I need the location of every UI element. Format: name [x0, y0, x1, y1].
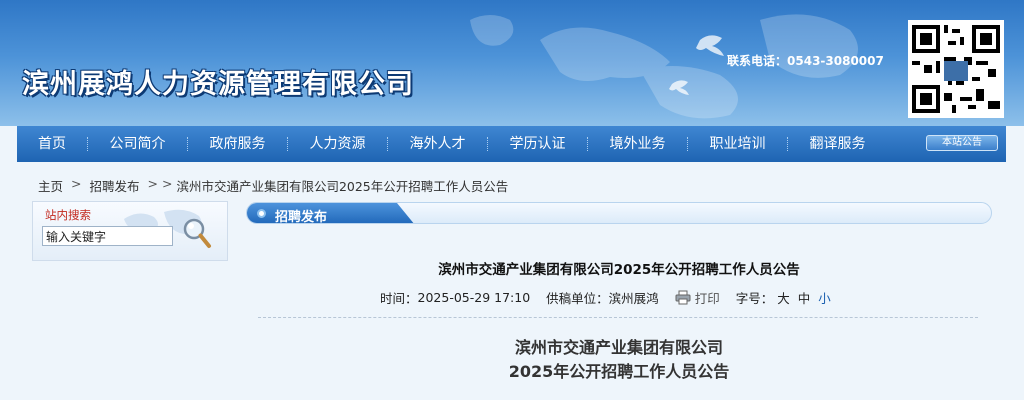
header-banner: 滨州展鸿人力资源管理有限公司 联系电话：0543-3080007 [0, 0, 1024, 126]
source-label: 供稿单位： [546, 291, 609, 306]
divider [258, 317, 978, 318]
article-heading: 滨州市交通产业集团有限公司 2025年公开招聘工作人员公告 [246, 336, 992, 384]
section-title: 招聘发布 [275, 210, 328, 224]
nav-item-translation[interactable]: 翻译服务 [788, 126, 887, 162]
font-size-medium[interactable]: 中 [798, 288, 811, 307]
breadcrumb-separator: > [71, 176, 82, 191]
font-size-large[interactable]: 大 [777, 288, 790, 307]
article-heading-line2: 2025年公开招聘工作人员公告 [508, 362, 730, 381]
publish-time: 2025-05-29 17:10 [417, 290, 531, 305]
search-icon[interactable] [181, 216, 213, 252]
breadcrumb: 主页 > 招聘发布 > > 滨州市交通产业集团有限公司2025年公开招聘工作人员… [38, 176, 508, 195]
contact-info: 联系电话：0543-3080007 [727, 52, 884, 69]
breadcrumb-section[interactable]: 招聘发布 [90, 176, 140, 195]
bullet-icon [257, 209, 266, 218]
breadcrumb-separator: > > [147, 176, 173, 191]
nav-item-hr[interactable]: 人力资源 [288, 126, 387, 162]
breadcrumb-home[interactable]: 主页 [38, 176, 63, 195]
search-title: 站内搜索 [45, 208, 91, 222]
printer-icon[interactable] [675, 290, 691, 305]
main-nav: 首页 公司简介 政府服务 人力资源 海外人才 学历认证 境外业务 职业培训 翻译… [17, 126, 1006, 162]
time-label: 时间： [380, 291, 418, 306]
font-size-small[interactable]: 小 [818, 288, 831, 307]
article-heading-line1: 滨州市交通产业集团有限公司 [514, 338, 723, 357]
section-tab [247, 203, 415, 223]
nav-item-home[interactable]: 首页 [17, 126, 87, 162]
contact-phone: 0543-3080007 [787, 54, 884, 68]
breadcrumb-current: 滨州市交通产业集团有限公司2025年公开招聘工作人员公告 [176, 179, 509, 194]
nav-item-training[interactable]: 职业培训 [688, 126, 787, 162]
site-title: 滨州展鸿人力资源管理有限公司 [22, 69, 414, 100]
print-button[interactable]: 打印 [695, 288, 720, 307]
source-value: 滨州展鸿 [608, 291, 659, 306]
contact-label: 联系电话： [727, 54, 788, 68]
nav-item-about[interactable]: 公司简介 [88, 126, 187, 162]
nav-item-degree-cert[interactable]: 学历认证 [488, 126, 587, 162]
font-size-label: 字号： [735, 291, 774, 306]
qr-code-icon [912, 25, 1000, 113]
article-meta: 时间： 2025-05-29 17:10 供稿单位： 滨州展鸿 打印 字号： 大… [380, 288, 831, 307]
site-notice-button[interactable]: 本站公告 [926, 135, 998, 151]
article-title: 滨州市交通产业集团有限公司2025年公开招聘工作人员公告 [438, 262, 800, 278]
site-search-panel: 站内搜索 [32, 201, 228, 261]
nav-item-overseas-business[interactable]: 境外业务 [588, 126, 687, 162]
search-input[interactable] [42, 226, 173, 246]
qr-code [908, 20, 1004, 118]
section-header: 招聘发布 [246, 202, 992, 224]
nav-item-overseas-talent[interactable]: 海外人才 [388, 126, 487, 162]
nav-item-government[interactable]: 政府服务 [188, 126, 287, 162]
